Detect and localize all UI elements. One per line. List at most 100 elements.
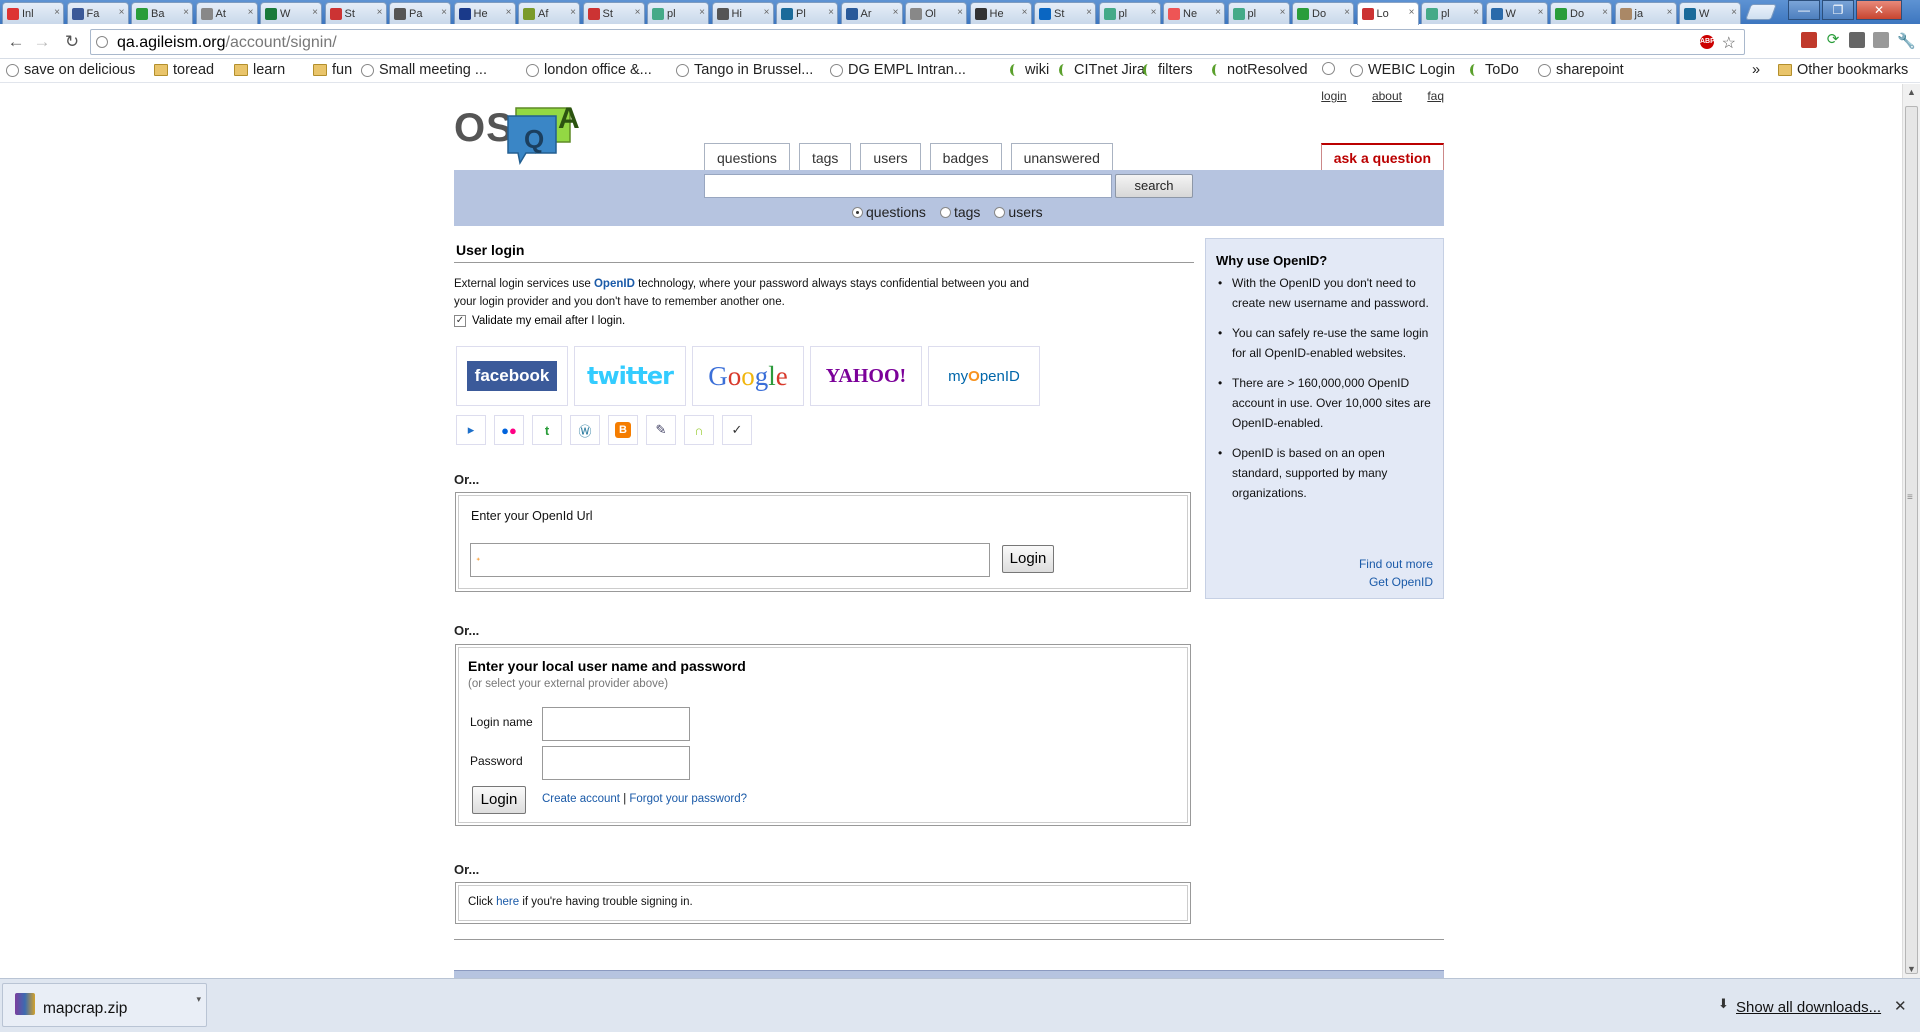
other-bookmarks[interactable]: Other bookmarks [1778, 62, 1908, 78]
about-link[interactable]: about [1372, 89, 1402, 103]
browser-tab[interactable]: St × [324, 2, 387, 24]
browser-tab[interactable]: Pa × [389, 2, 451, 24]
scroll-up-icon[interactable]: ▲ [1907, 87, 1916, 97]
blogger-icon[interactable]: B [608, 415, 638, 445]
tab-users[interactable]: users [860, 143, 921, 170]
reload-icon[interactable]: ↻ [62, 32, 82, 52]
faq-link[interactable]: faq [1427, 89, 1444, 103]
password-input[interactable] [542, 746, 690, 780]
login-name-input[interactable] [542, 707, 690, 741]
technorati-icon[interactable]: t [532, 415, 562, 445]
aol-icon[interactable]: ▸ [456, 415, 486, 445]
browser-tab[interactable]: Do × [1292, 2, 1354, 24]
validate-email-option[interactable]: ✓ Validate my email after I login. [454, 315, 1194, 327]
tab-close-icon[interactable]: × [1473, 7, 1479, 18]
bookmark-item[interactable]: wiki [1010, 62, 1049, 78]
adblock-icon[interactable]: ABP [1700, 35, 1715, 49]
tab-close-icon[interactable]: × [1086, 7, 1092, 18]
bookmark-item[interactable]: Tango in Brussel... [676, 62, 813, 78]
bookmark-item[interactable]: WEBIC Login [1350, 62, 1455, 78]
new-tab-button[interactable] [1745, 4, 1777, 20]
tab-questions[interactable]: questions [704, 143, 790, 170]
tab-unanswered[interactable]: unanswered [1010, 143, 1113, 170]
browser-tab[interactable]: Ne × [1163, 2, 1225, 24]
myopenid-login-button[interactable]: myOpenID [928, 346, 1040, 406]
bookmark-item[interactable]: london office &... [526, 62, 652, 78]
tab-close-icon[interactable]: × [1344, 7, 1350, 18]
browser-tab[interactable]: W × [1485, 2, 1548, 24]
bookmark-item[interactable]: Small meeting ... [361, 62, 487, 78]
download-item[interactable]: mapcrap.zip ▾ [2, 983, 207, 1027]
tab-close-icon[interactable]: × [1538, 7, 1544, 18]
browser-tab[interactable]: He × [969, 2, 1032, 24]
show-all-downloads-link[interactable]: Show all downloads... [1736, 999, 1881, 1016]
browser-tab[interactable]: pl × [1421, 2, 1483, 24]
scope-users-radio[interactable]: users [994, 204, 1043, 220]
url-text[interactable]: qa.agileism.org/account/signin/ [117, 34, 337, 52]
scope-questions-radio[interactable]: questions [852, 204, 926, 220]
tab-close-icon[interactable]: × [699, 7, 705, 18]
facebook-login-button[interactable]: facebook [456, 346, 568, 406]
bookmark-item[interactable]: save on delicious [6, 62, 135, 78]
login-link[interactable]: login [1321, 89, 1346, 103]
address-bar[interactable]: qa.agileism.org/account/signin/ ABP ☆ [90, 29, 1745, 55]
tab-close-icon[interactable]: × [957, 7, 963, 18]
tab-close-icon[interactable]: × [1280, 7, 1286, 18]
tab-close-icon[interactable]: × [248, 7, 254, 18]
bookmark-item[interactable]: DG EMPL Intran... [830, 62, 966, 78]
browser-tab[interactable]: Ar × [840, 2, 903, 24]
vertical-scrollbar[interactable]: ▲ ≡ ▼ [1902, 84, 1920, 978]
tab-close-icon[interactable]: × [312, 7, 318, 18]
browser-tab[interactable]: Do × [1550, 2, 1612, 24]
close-shelf-icon[interactable]: ✕ [1894, 997, 1907, 1015]
local-login-button[interactable]: Login [472, 786, 526, 814]
tab-close-icon[interactable]: × [1022, 7, 1028, 18]
bookmark-item[interactable] [1322, 62, 1340, 75]
bookmark-item[interactable]: CITnet Jira [1059, 62, 1145, 78]
extension-green-icon[interactable]: ⟳ [1825, 32, 1841, 48]
browser-tab[interactable]: Af × [518, 2, 580, 24]
browser-tab[interactable]: Inl × [2, 2, 64, 24]
vidoop-icon[interactable]: ✓ [722, 415, 752, 445]
search-input[interactable] [704, 174, 1112, 198]
browser-tab[interactable]: Lo × [1356, 2, 1419, 25]
tab-close-icon[interactable]: × [893, 7, 899, 18]
ask-question-button[interactable]: ask a question [1320, 143, 1444, 170]
tab-close-icon[interactable]: × [828, 7, 834, 18]
bookmarks-overflow-chevron[interactable]: » [1752, 62, 1760, 78]
claimid-icon[interactable]: ∩ [684, 415, 714, 445]
tab-close-icon[interactable]: × [1731, 7, 1737, 18]
browser-tab[interactable]: pl × [1227, 2, 1290, 24]
openid-link[interactable]: OpenID [594, 278, 635, 290]
browser-tab[interactable]: W × [260, 2, 322, 24]
bookmark-item[interactable]: ToDo [1470, 62, 1519, 78]
browser-tab[interactable]: Hi × [711, 2, 774, 24]
back-arrow-icon[interactable]: ← [6, 32, 26, 52]
create-account-link[interactable]: Create account [542, 793, 620, 805]
bookmark-star-icon[interactable]: ☆ [1722, 33, 1736, 53]
bookmark-item[interactable]: fun [313, 62, 352, 78]
close-window-button[interactable]: ✕ [1856, 0, 1902, 20]
browser-tab[interactable]: Ol × [905, 2, 967, 24]
browser-tab[interactable]: ja × [1614, 2, 1677, 24]
page-menu-icon[interactable] [1873, 32, 1889, 48]
tab-close-icon[interactable]: × [1409, 7, 1415, 18]
openid-login-button[interactable]: Login [1002, 545, 1054, 573]
tab-close-icon[interactable]: × [635, 7, 641, 18]
forward-arrow-icon[interactable]: → [32, 32, 52, 52]
twitter-login-button[interactable]: twitter [574, 346, 686, 406]
bookmark-item[interactable]: toread [154, 62, 214, 78]
flickr-icon[interactable]: ● ● [494, 415, 524, 445]
bookmark-item[interactable]: sharepoint [1538, 62, 1624, 78]
extension-gray-icon[interactable] [1849, 32, 1865, 48]
tab-close-icon[interactable]: × [119, 7, 125, 18]
openid-url-input[interactable]: ᐩ [470, 543, 990, 577]
tab-badges[interactable]: badges [929, 143, 1002, 170]
browser-tab[interactable]: pl × [647, 2, 709, 24]
trouble-here-link[interactable]: here [496, 896, 519, 908]
wrench-icon[interactable]: 🔧 [1897, 32, 1916, 50]
tab-close-icon[interactable]: × [506, 7, 512, 18]
browser-tab[interactable]: Ba × [131, 2, 193, 24]
google-login-button[interactable]: Google [692, 346, 804, 406]
search-button[interactable]: search [1115, 174, 1193, 198]
